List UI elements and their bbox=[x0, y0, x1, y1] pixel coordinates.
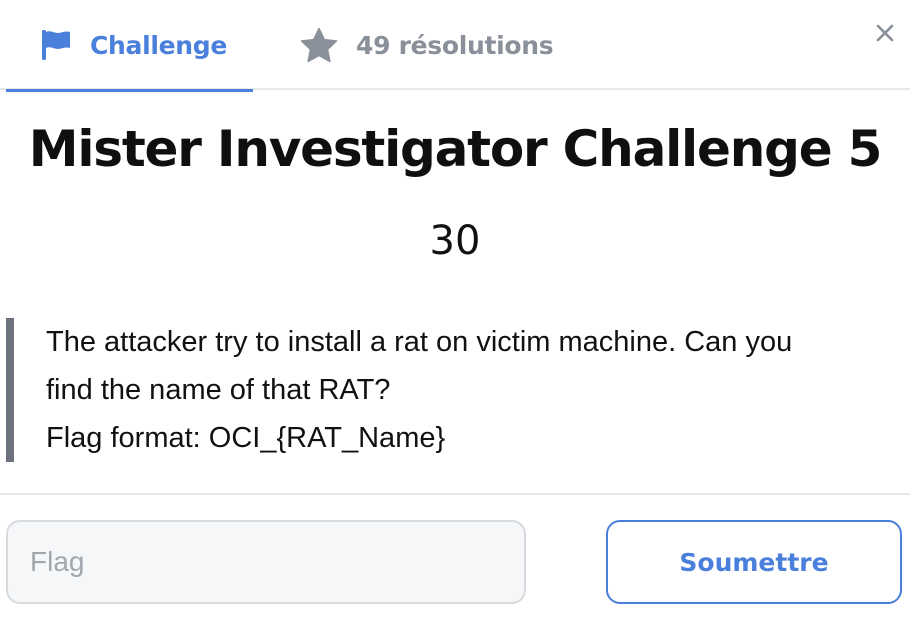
challenge-points: 30 bbox=[429, 218, 481, 264]
challenge-tabs: Challenge 49 résolutions bbox=[0, 0, 910, 92]
tab-solves-label: 49 résolutions bbox=[356, 30, 554, 60]
description-line: The attacker try to install a rat on vic… bbox=[46, 326, 793, 358]
close-icon bbox=[876, 24, 894, 42]
submit-button[interactable]: Soumettre bbox=[606, 520, 902, 604]
tab-challenge-label: Challenge bbox=[90, 30, 228, 60]
close-button[interactable] bbox=[870, 18, 900, 48]
challenge-title: Mister Investigator Challenge 5 bbox=[28, 120, 883, 178]
flag-input[interactable] bbox=[6, 520, 526, 604]
star-icon bbox=[300, 27, 338, 63]
divider bbox=[0, 493, 910, 495]
description-line: Flag format: OCI_{RAT_Name} bbox=[46, 422, 446, 454]
flag-icon bbox=[40, 29, 72, 61]
challenge-description: The attacker try to install a rat on vic… bbox=[6, 318, 886, 462]
tab-solves[interactable]: 49 résolutions bbox=[300, 0, 560, 90]
description-line: find the name of that RAT? bbox=[46, 374, 391, 406]
tab-challenge[interactable]: Challenge bbox=[6, 0, 253, 92]
